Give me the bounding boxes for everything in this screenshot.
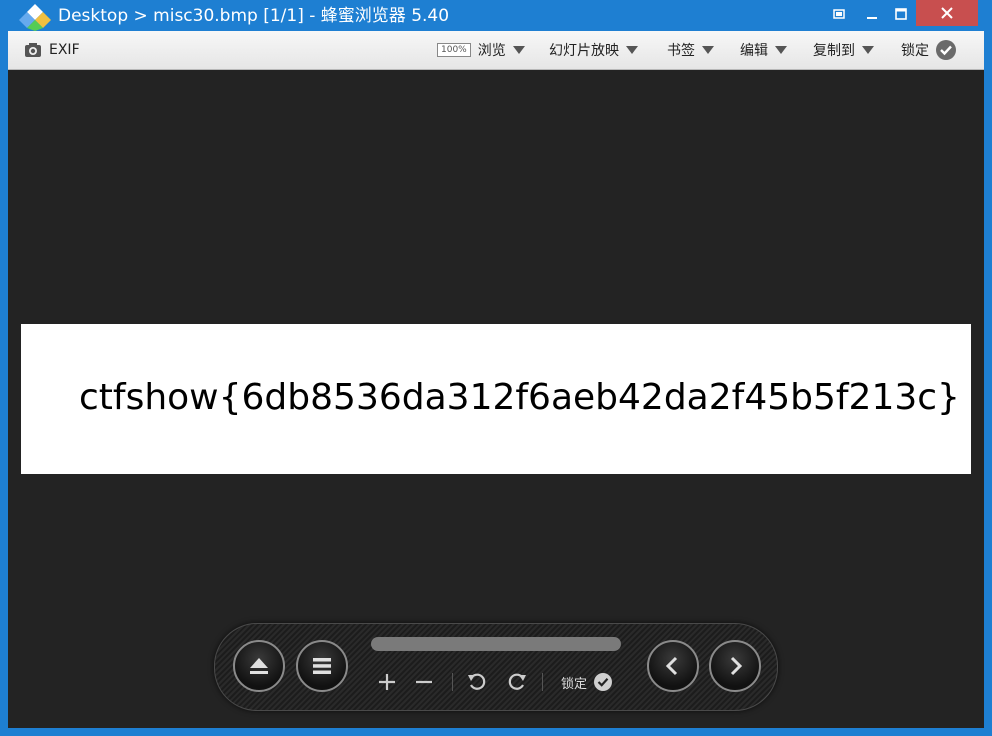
lock-toggle[interactable]: 锁定 bbox=[901, 40, 957, 60]
chevron-down-icon bbox=[626, 46, 638, 54]
browse-menu[interactable]: 100% 浏览 bbox=[437, 40, 525, 60]
check-icon bbox=[594, 673, 613, 691]
menu-icon bbox=[313, 658, 331, 674]
lock-label: 锁定 bbox=[561, 676, 588, 692]
minimize-icon bbox=[867, 16, 877, 19]
pin-button[interactable] bbox=[826, 0, 852, 27]
maximize-button[interactable] bbox=[887, 0, 915, 27]
rotate-left-icon bbox=[468, 673, 486, 690]
close-icon bbox=[941, 7, 953, 19]
copy-to-label: 复制到 bbox=[813, 43, 855, 59]
bookmarks-label: 书签 bbox=[667, 43, 695, 59]
edit-menu[interactable]: 编辑 bbox=[740, 40, 787, 60]
window-title: Desktop > misc30.bmp [1/1] - 蜂蜜浏览器 5.40 bbox=[58, 6, 450, 26]
previous-button[interactable] bbox=[647, 640, 699, 692]
title-bar: Desktop > misc30.bmp [1/1] - 蜂蜜浏览器 5.40 bbox=[0, 0, 992, 31]
slideshow-menu[interactable]: 幻灯片放映 bbox=[549, 40, 638, 60]
progress-slider[interactable] bbox=[371, 637, 621, 651]
app-logo-icon bbox=[19, 4, 51, 31]
camera-icon bbox=[25, 43, 41, 57]
exif-label: EXIF bbox=[49, 42, 80, 58]
next-icon bbox=[730, 656, 743, 676]
zoom-out-icon bbox=[416, 680, 432, 684]
image-text: ctfshow{6db8536da312f6aeb42da2f45b5f213c… bbox=[79, 377, 960, 418]
chevron-down-icon bbox=[512, 46, 525, 54]
chevron-down-icon bbox=[862, 46, 874, 54]
close-button[interactable] bbox=[916, 0, 978, 26]
zoom-out-button[interactable] bbox=[412, 670, 436, 694]
separator bbox=[452, 673, 453, 691]
playback-control-bar: 锁定 bbox=[214, 623, 778, 711]
chevron-down-icon bbox=[775, 46, 787, 54]
next-button[interactable] bbox=[709, 640, 761, 692]
displayed-image: ctfshow{6db8536da312f6aeb42da2f45b5f213c… bbox=[21, 324, 971, 474]
zoom-100-badge: 100% bbox=[437, 43, 471, 57]
slideshow-label: 幻灯片放映 bbox=[549, 43, 619, 59]
zoom-in-button[interactable] bbox=[375, 670, 399, 694]
eject-button[interactable] bbox=[233, 640, 285, 692]
lock-label: 锁定 bbox=[901, 43, 929, 59]
chevron-down-icon bbox=[702, 46, 714, 54]
minimize-button[interactable] bbox=[858, 0, 886, 27]
check-icon bbox=[936, 40, 956, 60]
edit-label: 编辑 bbox=[740, 43, 768, 59]
rotate-left-button[interactable] bbox=[465, 670, 489, 694]
zoom-in-icon bbox=[379, 674, 395, 690]
previous-icon bbox=[665, 656, 678, 676]
menu-button[interactable] bbox=[296, 640, 348, 692]
exif-button[interactable]: EXIF bbox=[24, 40, 80, 60]
maximize-icon bbox=[895, 7, 907, 20]
pin-icon bbox=[833, 8, 845, 19]
eject-icon bbox=[250, 658, 268, 674]
rotate-right-button[interactable] bbox=[505, 670, 529, 694]
browse-label: 浏览 bbox=[477, 43, 506, 59]
toolbar: EXIF 100% 浏览 幻灯片放映 书签 编辑 复制到 锁定 bbox=[8, 31, 984, 70]
rotate-right-icon bbox=[508, 673, 526, 690]
bookmarks-menu[interactable]: 书签 bbox=[667, 40, 714, 60]
lock-toggle-control[interactable]: 锁定 bbox=[561, 672, 613, 692]
copy-to-menu[interactable]: 复制到 bbox=[813, 40, 874, 60]
separator bbox=[542, 673, 543, 691]
